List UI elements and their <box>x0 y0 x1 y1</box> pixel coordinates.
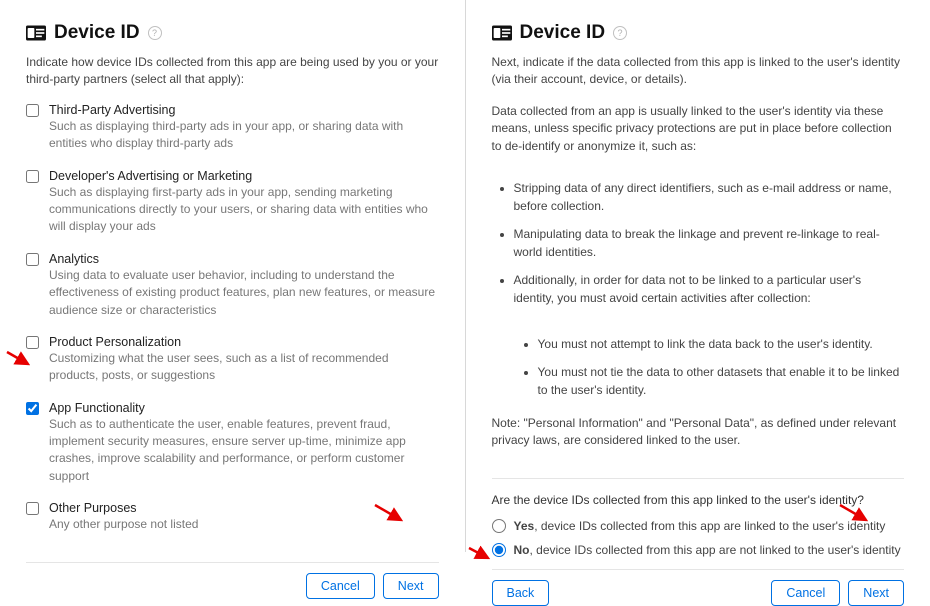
radio-label: No, device IDs collected from this app a… <box>514 543 901 557</box>
radio-no-input[interactable] <box>492 543 506 557</box>
radio-group: Yes, device IDs collected from this app … <box>492 519 905 557</box>
checkbox-analytics[interactable] <box>26 253 39 266</box>
option-desc: Customizing what the user sees, such as … <box>49 350 439 385</box>
list-item: Manipulating data to break the linkage a… <box>514 225 905 261</box>
option-label: Product Personalization <box>49 335 439 349</box>
option-label: Analytics <box>49 252 439 266</box>
help-icon[interactable]: ? <box>613 26 627 40</box>
footer: Back Cancel Next <box>492 569 905 606</box>
question-text: Are the device IDs collected from this a… <box>492 493 905 507</box>
next-button[interactable]: Next <box>383 573 439 599</box>
option-analytics[interactable]: Analytics Using data to evaluate user be… <box>26 252 439 319</box>
option-third-party-advertising[interactable]: Third-Party Advertising Such as displayi… <box>26 103 439 153</box>
radio-no[interactable]: No, device IDs collected from this app a… <box>492 543 905 557</box>
radio-yes[interactable]: Yes, device IDs collected from this app … <box>492 519 905 533</box>
note-text: Note: "Personal Information" and "Person… <box>492 415 905 450</box>
checkbox-product-personalization[interactable] <box>26 336 39 349</box>
back-button[interactable]: Back <box>492 580 550 606</box>
option-desc: Such as displaying first-party ads in yo… <box>49 184 439 236</box>
bullet-list: Stripping data of any direct identifiers… <box>514 179 905 317</box>
option-label: Other Purposes <box>49 501 439 515</box>
checkbox-third-party-advertising[interactable] <box>26 104 39 117</box>
option-desc: Such as displaying third-party ads in yo… <box>49 118 439 153</box>
option-label: App Functionality <box>49 401 439 415</box>
intro-text: Next, indicate if the data collected fro… <box>492 54 905 89</box>
cancel-button[interactable]: Cancel <box>771 580 840 606</box>
help-icon[interactable]: ? <box>148 26 162 40</box>
radio-yes-input[interactable] <box>492 519 506 533</box>
option-developer-advertising[interactable]: Developer's Advertising or Marketing Suc… <box>26 169 439 236</box>
checkbox-developer-advertising[interactable] <box>26 170 39 183</box>
panel-usage: Device ID ? Indicate how device IDs coll… <box>0 0 466 552</box>
checkbox-other-purposes[interactable] <box>26 502 39 515</box>
option-desc: Using data to evaluate user behavior, in… <box>49 267 439 319</box>
intro-text: Indicate how device IDs collected from t… <box>26 54 439 89</box>
list-item: Stripping data of any direct identifiers… <box>514 179 905 215</box>
annotation-arrow-icon <box>468 545 494 563</box>
next-button[interactable]: Next <box>848 580 904 606</box>
option-label: Developer's Advertising or Marketing <box>49 169 439 183</box>
option-product-personalization[interactable]: Product Personalization Customizing what… <box>26 335 439 385</box>
title-row: Device ID ? <box>492 22 905 44</box>
radio-label: Yes, device IDs collected from this app … <box>514 519 886 533</box>
option-desc: Such as to authenticate the user, enable… <box>49 416 439 486</box>
explain-text: Data collected from an app is usually li… <box>492 103 905 155</box>
list-item: You must not attempt to link the data ba… <box>538 335 905 353</box>
list-item: You must not tie the data to other datas… <box>538 363 905 399</box>
page-title: Device ID <box>520 22 606 44</box>
divider <box>492 478 905 479</box>
option-label: Third-Party Advertising <box>49 103 439 117</box>
cancel-button[interactable]: Cancel <box>306 573 375 599</box>
page-title: Device ID <box>54 22 140 44</box>
usage-options: Third-Party Advertising Such as displayi… <box>26 103 439 550</box>
sub-bullet-list: You must not attempt to link the data ba… <box>538 335 905 409</box>
title-row: Device ID ? <box>26 22 439 44</box>
option-app-functionality[interactable]: App Functionality Such as to authenticat… <box>26 401 439 486</box>
option-desc: Any other purpose not listed <box>49 516 439 533</box>
checkbox-app-functionality[interactable] <box>26 402 39 415</box>
id-card-icon <box>26 25 46 41</box>
panel-linked-identity: Device ID ? Next, indicate if the data c… <box>466 0 930 552</box>
id-card-icon <box>492 25 512 41</box>
option-other-purposes[interactable]: Other Purposes Any other purpose not lis… <box>26 501 439 533</box>
list-item: Additionally, in order for data not to b… <box>514 271 905 307</box>
footer: Cancel Next <box>26 562 439 599</box>
